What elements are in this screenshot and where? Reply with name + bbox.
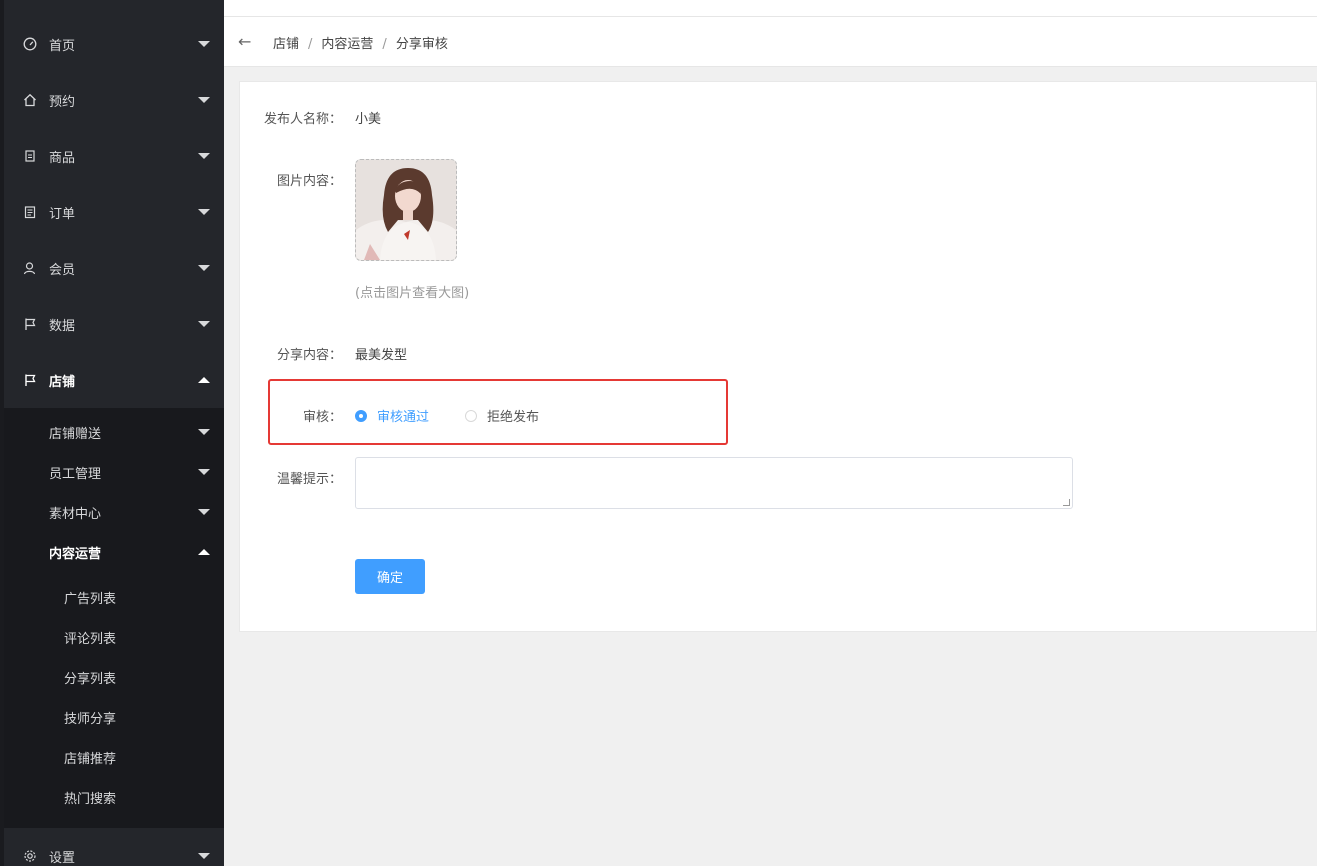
- review-label: 审核：: [302, 410, 342, 425]
- sidebar-item-label: 首页: [49, 38, 76, 54]
- chevron-down-icon: [198, 265, 210, 271]
- radio-dot[interactable]: [355, 409, 367, 422]
- sidebar-leaf-ad-list[interactable]: 广告列表: [4, 577, 224, 617]
- tip-label: 温馨提示：: [276, 472, 342, 487]
- sidebar-item-settings[interactable]: 设置: [4, 828, 224, 866]
- user-icon: [22, 260, 38, 276]
- share-image-thumbnail[interactable]: [355, 159, 457, 261]
- chevron-down-icon: [198, 321, 210, 327]
- breadcrumb-item-content-ops[interactable]: 内容运营: [321, 37, 373, 52]
- sidebar-item-orders[interactable]: 订单: [4, 184, 224, 240]
- sidebar-leaf-label: 店铺推荐: [64, 751, 117, 767]
- sidebar-subitem-label: 店铺赠送: [49, 426, 102, 442]
- sidebar-item-label: 设置: [49, 850, 76, 866]
- sidebar-item-label: 预约: [49, 94, 76, 110]
- radio-reject-label: 拒绝发布: [487, 410, 540, 425]
- sidebar: 首页 预约 商品 订单 会员 数据 店铺 店铺赠送 员工管理 素材中心 内容运营…: [0, 0, 224, 866]
- store-submenu: 店铺赠送 员工管理 素材中心 内容运营 广告列表 评论列表 分享列表 技师分享 …: [4, 408, 224, 828]
- sidebar-leaf-share-list[interactable]: 分享列表: [4, 657, 224, 697]
- chevron-down-icon: [198, 509, 210, 515]
- image-label: 图片内容：: [276, 174, 342, 189]
- sidebar-subitem-label: 素材中心: [49, 506, 102, 522]
- document-icon: [22, 148, 38, 164]
- flag-icon: [22, 372, 38, 388]
- sidebar-subitem-staff[interactable]: 员工管理: [4, 452, 224, 492]
- image-hint: (点击图片查看大图): [355, 286, 470, 301]
- flag-icon: [22, 316, 38, 332]
- sidebar-leaf-label: 评论列表: [64, 631, 117, 647]
- chevron-down-icon: [198, 853, 210, 859]
- sidebar-item-data[interactable]: 数据: [4, 296, 224, 352]
- tip-textarea[interactable]: [355, 457, 1073, 509]
- radio-approve[interactable]: 审核通过: [355, 406, 429, 425]
- breadcrumb-separator: /: [382, 37, 387, 52]
- radio-reject[interactable]: 拒绝发布: [465, 406, 539, 425]
- sidebar-item-members[interactable]: 会员: [4, 240, 224, 296]
- sidebar-leaf-comment-list[interactable]: 评论列表: [4, 617, 224, 657]
- share-content-label: 分享内容：: [276, 348, 342, 363]
- chevron-up-icon: [198, 549, 210, 555]
- chevron-down-icon: [198, 209, 210, 215]
- sidebar-leaf-label: 广告列表: [64, 591, 117, 607]
- sidebar-leaf-tech-share[interactable]: 技师分享: [4, 697, 224, 737]
- chevron-down-icon: [198, 469, 210, 475]
- sidebar-item-home[interactable]: 首页: [4, 16, 224, 72]
- breadcrumb: 店铺 / 内容运营 / 分享审核: [273, 33, 448, 52]
- back-arrow-icon[interactable]: ←: [238, 32, 251, 51]
- share-content-value: 最美发型: [355, 348, 408, 363]
- chevron-down-icon: [198, 41, 210, 47]
- sidebar-subitem-label: 内容运营: [49, 546, 102, 562]
- clipboard-icon: [22, 204, 38, 220]
- sidebar-item-label: 店铺: [49, 374, 76, 390]
- review-form-card: 发布人名称： 小美 图片内容： (点击图片查看大图) 分享内容： 最美发型 审核…: [239, 81, 1317, 632]
- sidebar-subitem-content-ops[interactable]: 内容运营: [4, 532, 224, 572]
- breadcrumb-bar: ← 店铺 / 内容运营 / 分享审核: [224, 17, 1317, 67]
- publisher-label: 发布人名称：: [263, 112, 342, 127]
- sidebar-subitem-store-gift[interactable]: 店铺赠送: [4, 412, 224, 452]
- home-icon: [22, 92, 38, 108]
- sidebar-leaf-label: 分享列表: [64, 671, 117, 687]
- radio-dot[interactable]: [465, 409, 477, 422]
- sidebar-leaf-label: 热门搜索: [64, 791, 117, 807]
- publisher-value: 小美: [355, 112, 382, 127]
- sidebar-leaf-label: 技师分享: [64, 711, 117, 727]
- gear-icon: [22, 848, 38, 864]
- chevron-up-icon: [198, 377, 210, 383]
- sidebar-subitem-materials[interactable]: 素材中心: [4, 492, 224, 532]
- sidebar-item-label: 数据: [49, 318, 76, 334]
- sidebar-item-label: 订单: [49, 206, 76, 222]
- sidebar-item-label: 会员: [49, 262, 76, 278]
- confirm-button[interactable]: 确定: [355, 559, 425, 594]
- sidebar-item-booking[interactable]: 预约: [4, 72, 224, 128]
- chevron-down-icon: [198, 429, 210, 435]
- radio-approve-label: 审核通过: [377, 410, 430, 425]
- sidebar-item-label: 商品: [49, 150, 76, 166]
- breadcrumb-item-store[interactable]: 店铺: [273, 37, 299, 52]
- sidebar-subitem-label: 员工管理: [49, 466, 102, 482]
- top-header: [224, 0, 1317, 17]
- sidebar-item-store[interactable]: 店铺: [4, 352, 224, 408]
- chevron-down-icon: [198, 97, 210, 103]
- breadcrumb-separator: /: [308, 37, 313, 52]
- chevron-down-icon: [198, 153, 210, 159]
- sidebar-item-goods[interactable]: 商品: [4, 128, 224, 184]
- sidebar-leaf-hot-search[interactable]: 热门搜索: [4, 777, 224, 817]
- sidebar-leaf-store-recommend[interactable]: 店铺推荐: [4, 737, 224, 777]
- dashboard-icon: [22, 36, 38, 52]
- breadcrumb-item-share-review: 分享审核: [395, 37, 448, 52]
